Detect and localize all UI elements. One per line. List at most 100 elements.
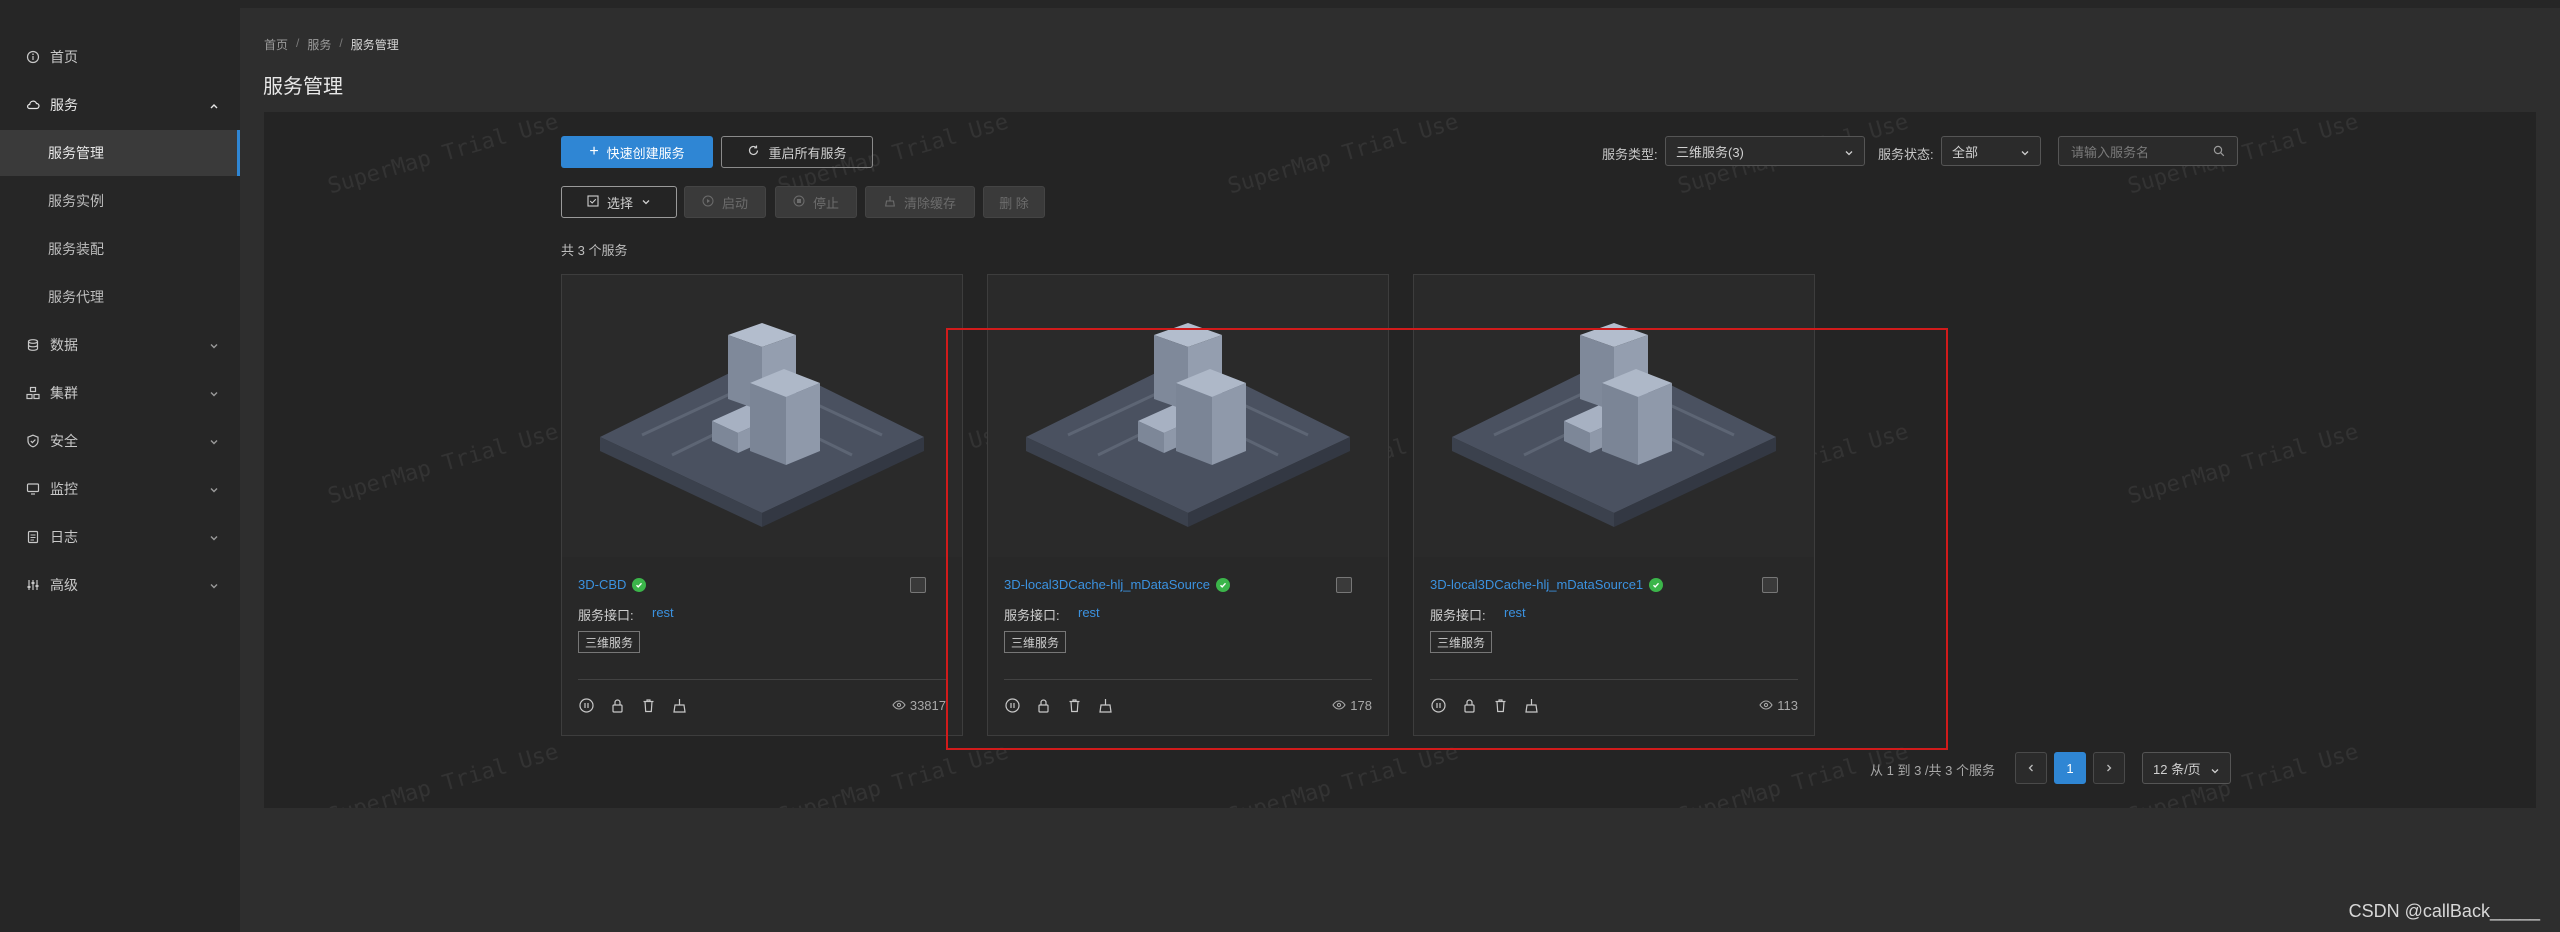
service-type-label: 服务类型: <box>1602 147 1658 162</box>
eye-icon <box>892 698 906 713</box>
search-input[interactable]: 请输入服务名 <box>2058 136 2238 166</box>
service-card[interactable]: 3D-CBD 服务接口: rest 三维服务 33817 <box>561 274 963 736</box>
sidebar-item-log[interactable]: 日志 <box>0 513 240 561</box>
highlight-box <box>946 328 1948 750</box>
interface-rest-link[interactable]: rest <box>652 605 674 620</box>
select-value: 三维服务(3) <box>1676 144 1744 160</box>
card-select-checkbox[interactable] <box>910 577 926 593</box>
quick-create-service-button[interactable]: + 快速创建服务 <box>561 136 713 168</box>
database-icon <box>26 338 40 352</box>
sidebar-subitem-service-proxy[interactable]: 服务代理 <box>0 274 240 320</box>
checkbox-icon <box>587 194 599 210</box>
delete-button[interactable]: 删 除 <box>983 186 1045 218</box>
credit-text: CSDN @callBack_____ <box>2348 901 2540 921</box>
chevron-down-icon <box>208 483 220 495</box>
chevron-down-icon <box>208 387 220 399</box>
sidebar: 首页 服务 服务管理 服务实例 服务装配 服务代理 数据 集群 安全 监控 日志… <box>0 8 240 932</box>
refresh-icon <box>747 144 760 160</box>
service-thumbnail <box>562 275 962 557</box>
log-icon <box>26 530 40 544</box>
chevron-down-icon <box>208 531 220 543</box>
service-name-link[interactable]: 3D-CBD <box>578 577 647 592</box>
sidebar-item-monitor[interactable]: 监控 <box>0 465 240 513</box>
status-ok-icon <box>632 577 647 592</box>
stop-icon <box>793 195 805 210</box>
sidebar-item-cluster[interactable]: 集群 <box>0 369 240 417</box>
sidebar-subitem-label: 服务代理 <box>48 289 104 305</box>
search-icon <box>2213 145 2225 160</box>
sidebar-item-data[interactable]: 数据 <box>0 321 240 369</box>
city-illustration <box>600 323 924 527</box>
breadcrumb-service[interactable]: 服务 <box>307 36 331 53</box>
sidebar-item-home[interactable]: 首页 <box>0 33 240 81</box>
sidebar-item-service[interactable]: 服务 <box>0 81 240 129</box>
plus-icon: + <box>589 143 599 160</box>
page-title: 服务管理 <box>263 76 343 98</box>
service-status-label: 服务状态: <box>1878 147 1934 162</box>
monitor-icon <box>26 482 40 496</box>
sidebar-item-label: 监控 <box>50 481 78 497</box>
lock-icon[interactable] <box>609 697 626 714</box>
shield-icon <box>26 434 40 448</box>
chevron-down-icon <box>208 435 220 447</box>
sidebar-item-label: 日志 <box>50 529 78 545</box>
broom-icon[interactable] <box>671 697 688 714</box>
broom-icon <box>884 195 896 210</box>
card-actions <box>578 697 688 714</box>
chevron-right-icon <box>2107 764 2112 772</box>
clear-cache-button[interactable]: 清除缓存 <box>865 186 975 218</box>
chevron-down-icon <box>641 195 651 210</box>
watermark: SuperMap Trial Use <box>325 739 562 808</box>
chevron-left-icon <box>2028 764 2033 772</box>
prev-page-button[interactable] <box>2015 752 2047 784</box>
trash-icon[interactable] <box>640 697 657 714</box>
page-size-select[interactable]: 12 条/页 <box>2142 752 2231 784</box>
start-button[interactable]: 启动 <box>684 186 766 218</box>
button-label: 启动 <box>721 195 748 211</box>
stop-button[interactable]: 停止 <box>775 186 857 218</box>
sidebar-subitem-service-instance[interactable]: 服务实例 <box>0 178 240 224</box>
chevron-up-icon <box>208 99 220 111</box>
select-value: 12 条/页 <box>2153 761 2201 777</box>
restart-all-services-button[interactable]: 重启所有服务 <box>721 136 873 168</box>
service-status-select[interactable]: 全部 <box>1941 136 2041 166</box>
sidebar-subitem-service-management[interactable]: 服务管理 <box>0 130 240 176</box>
breadcrumb-current: 服务管理 <box>350 38 399 52</box>
button-label: 选择 <box>606 195 633 211</box>
sidebar-item-label: 首页 <box>50 49 78 65</box>
chevron-down-icon <box>1844 146 1854 156</box>
watermark: SuperMap Trial Use <box>325 112 562 200</box>
sidebar-item-label: 数据 <box>50 337 78 353</box>
breadcrumb-separator: / <box>296 36 300 50</box>
info-icon <box>26 50 40 64</box>
divider <box>578 679 946 680</box>
button-label: 重启所有服务 <box>768 145 847 161</box>
sidebar-item-label: 安全 <box>50 433 78 449</box>
view-count-value: 33817 <box>909 698 946 713</box>
next-page-button[interactable] <box>2093 752 2125 784</box>
top-bar <box>0 0 2560 8</box>
breadcrumb: 首页 / 服务 / 服务管理 <box>264 36 399 53</box>
search-placeholder: 请输入服务名 <box>2071 144 2150 160</box>
sidebar-subitem-label: 服务管理 <box>48 145 104 161</box>
watermark: SuperMap Trial Use <box>2125 419 2362 510</box>
sidebar-subitem-service-assembly[interactable]: 服务装配 <box>0 226 240 272</box>
breadcrumb-home[interactable]: 首页 <box>264 36 288 53</box>
sliders-icon <box>26 578 40 592</box>
service-type-select[interactable]: 三维服务(3) <box>1665 136 1865 166</box>
sidebar-subitem-label: 服务装配 <box>48 241 104 257</box>
sidebar-subitem-label: 服务实例 <box>48 193 104 209</box>
play-icon <box>702 195 714 210</box>
cloud-icon <box>26 98 40 112</box>
sidebar-item-label: 集群 <box>50 385 78 401</box>
sidebar-item-advanced[interactable]: 高级 <box>0 561 240 609</box>
breadcrumb-separator: / <box>339 36 343 50</box>
pause-icon[interactable] <box>578 697 595 714</box>
sidebar-item-security[interactable]: 安全 <box>0 417 240 465</box>
chevron-down-icon <box>2210 764 2220 774</box>
button-label: 快速创建服务 <box>606 145 685 161</box>
chevron-down-icon <box>2020 146 2030 156</box>
chevron-down-icon <box>208 579 220 591</box>
select-dropdown-button[interactable]: 选择 <box>561 186 677 218</box>
page-1-button[interactable]: 1 <box>2054 752 2086 784</box>
